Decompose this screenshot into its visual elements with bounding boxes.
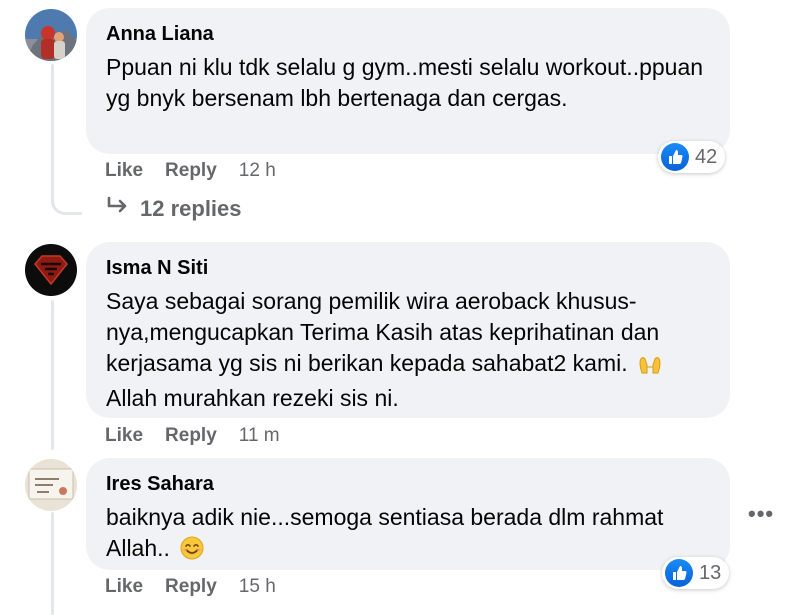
comment-text-body: Saya sebagai sorang pemilik wira aerobac… [106,288,660,376]
reply-button[interactable]: Reply [165,576,217,598]
avatar[interactable] [25,9,77,61]
reply-arrow-icon [106,196,130,222]
smiling-face-emoji [180,536,204,568]
comment-text: baiknya adik nie...semoga sentiasa berad… [106,502,706,568]
reaction-badge[interactable]: 42 [658,141,726,173]
like-button[interactable]: Like [105,576,143,598]
comment-text: Saya sebagai sorang pemilik wira aerobac… [106,286,706,414]
reaction-badge[interactable]: 13 [662,557,730,589]
comment-author[interactable]: Anna Liana [106,22,710,46]
raising-hands-emoji [638,352,662,383]
thumbs-up-icon [665,559,693,587]
comment-bubble: Anna Liana Ppuan ni klu tdk selalu g gym… [86,8,730,154]
comment-text-end: Allah murahkan rezeki sis ni. [106,385,399,411]
like-button[interactable]: Like [105,425,143,447]
thread-line [51,64,54,199]
reply-button[interactable]: Reply [165,160,217,182]
thread-line [51,300,54,450]
replies-count: 12 replies [140,196,242,221]
comment-actions: Like Reply 12 h [105,159,276,183]
thumbs-up-icon [661,143,689,171]
thread-curve [51,190,82,215]
reaction-count: 13 [699,561,722,584]
like-button[interactable]: Like [105,160,143,182]
comment-actions: Like Reply 15 h [105,575,276,599]
avatar[interactable] [25,244,77,296]
comment-timestamp[interactable]: 11 m [239,425,280,447]
avatar[interactable] [25,459,77,511]
comment-author[interactable]: Isma N Siti [106,256,710,280]
comment-author[interactable]: Ires Sahara [106,472,710,496]
comment-timestamp[interactable]: 12 h [239,160,276,182]
comment-actions: Like Reply 11 m [105,424,280,448]
reaction-count: 42 [695,145,718,168]
view-replies-link[interactable]: 12 replies [106,196,242,222]
reply-button[interactable]: Reply [165,425,217,447]
comment-timestamp[interactable]: 15 h [239,576,276,598]
comment-bubble: Isma N Siti Saya sebagai sorang pemilik … [86,242,730,418]
more-options-button[interactable]: ••• [748,501,774,527]
comment-bubble: Ires Sahara baiknya adik nie...semoga se… [86,458,730,570]
thread-line [51,512,54,615]
comment-text: Ppuan ni klu tdk selalu g gym..mesti sel… [106,54,704,111]
